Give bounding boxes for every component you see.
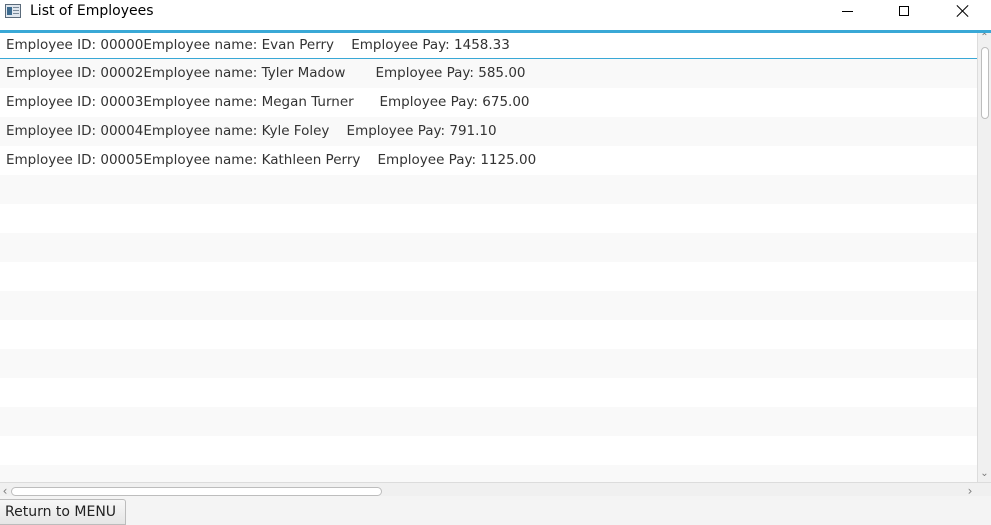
horizontal-scrollbar[interactable]: ‹ ›: [0, 482, 991, 496]
list-item[interactable]: Employee ID: 00000Employee name: Evan Pe…: [0, 33, 977, 59]
title-bar[interactable]: List of Employees: [0, 0, 991, 30]
scroll-down-icon[interactable]: ⌄: [980, 469, 989, 479]
empty-row: [0, 349, 977, 378]
empty-row: [0, 320, 977, 349]
empty-row: [0, 407, 977, 436]
vertical-scrollbar[interactable]: ⌃ ⌄: [977, 33, 991, 482]
maximize-button[interactable]: [881, 0, 927, 22]
empty-row: [0, 436, 977, 465]
close-icon: [956, 4, 970, 18]
employee-list-window: List of Employees Employee ID: 00000Empl…: [0, 0, 991, 525]
list-item[interactable]: Employee ID: 00003Employee name: Megan T…: [0, 88, 977, 117]
empty-row: [0, 175, 977, 204]
list-item[interactable]: Employee ID: 00004Employee name: Kyle Fo…: [0, 117, 977, 146]
scroll-right-icon[interactable]: ›: [965, 485, 975, 496]
minimize-icon: [841, 10, 853, 12]
empty-row: [0, 378, 977, 407]
return-to-menu-button[interactable]: Return to MENU: [0, 499, 127, 525]
minimize-button[interactable]: [824, 0, 870, 22]
employee-rows: Employee ID: 00000Employee name: Evan Pe…: [0, 33, 977, 494]
scroll-up-icon[interactable]: ⌃: [980, 33, 989, 43]
list-item[interactable]: Employee ID: 00002Employee name: Tyler M…: [0, 59, 977, 88]
empty-row: [0, 262, 977, 291]
list-item[interactable]: Employee ID: 00005Employee name: Kathlee…: [0, 146, 977, 175]
employee-list[interactable]: Employee ID: 00000Employee name: Evan Pe…: [0, 30, 991, 496]
window-title: List of Employees: [30, 3, 154, 19]
empty-row: [0, 291, 977, 320]
scroll-left-icon[interactable]: ‹: [0, 485, 10, 496]
vertical-scroll-thumb[interactable]: [981, 47, 989, 119]
empty-row: [0, 233, 977, 262]
maximize-icon: [899, 6, 909, 16]
bottom-bar: Return to MENU: [0, 496, 991, 525]
app-window-icon: [5, 4, 21, 18]
empty-row: [0, 204, 977, 233]
horizontal-scroll-thumb[interactable]: [11, 487, 382, 496]
close-button[interactable]: [940, 0, 986, 22]
